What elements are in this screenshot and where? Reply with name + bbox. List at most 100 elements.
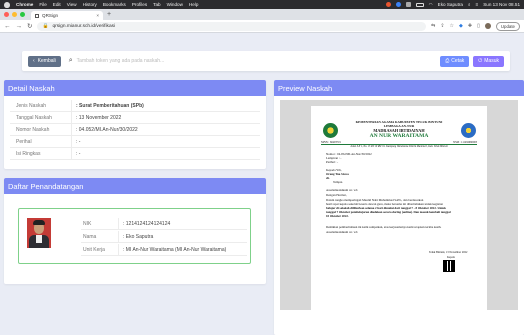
- menu-view[interactable]: View: [67, 2, 77, 7]
- login-button[interactable]: ⏻ Masuk: [473, 55, 504, 67]
- menu-tab[interactable]: Tab: [153, 2, 160, 7]
- detail-row-tanggal: Tanggal Naskah : 13 November 2022: [10, 112, 260, 124]
- print-button-label: Cetak: [451, 58, 465, 64]
- letterhead-school: AN NUR WARAITAMA: [369, 133, 429, 139]
- ministry-logo: [323, 123, 338, 138]
- menubar-clock[interactable]: Sun 13 Nov 08.51: [483, 2, 520, 7]
- signer-value: : MI An-Nur Waraitama (MI An-Nur Waraita…: [123, 246, 227, 253]
- letter-place-date: Teluk Bintuni, 13 November 2022: [429, 251, 468, 254]
- battery-icon[interactable]: [415, 2, 424, 7]
- back-button-label: Kembali: [37, 58, 56, 64]
- school-address: Jalan S.P 1, No. 15 RT 10 RW 01. Kampung…: [350, 145, 448, 148]
- sidebar-icon[interactable]: ▯: [477, 23, 480, 29]
- address-bar[interactable]: 🔒 qrsign.mianur.sch.id/verifikasi: [37, 21, 427, 31]
- search-icon[interactable]: ⌕: [468, 2, 471, 7]
- signer-label: Nama: [81, 231, 119, 242]
- extensions-puzzle-icon[interactable]: ✚: [468, 23, 472, 29]
- signer-name-row: Nama : Eko Saputra: [81, 231, 247, 243]
- detail-value: : 13 November 2022: [76, 114, 122, 121]
- detail-naskah-title: Detail Naskah: [4, 80, 266, 96]
- page-toolbar: ‹ Kembali ⌕ Tambah token yang ada pada n…: [22, 51, 510, 71]
- status-app-icon[interactable]: [395, 2, 401, 7]
- recipient-line: di-: [326, 176, 330, 180]
- letter-closing: Assalamualaikum wr. wb: [326, 230, 358, 234]
- url-text: qrsign.mianur.sch.id/verifikasi: [52, 23, 116, 29]
- new-tab-icon[interactable]: +: [107, 11, 111, 18]
- letter-greeting: Assalamualaikum wr. wb: [326, 188, 358, 192]
- update-button[interactable]: Update: [495, 21, 520, 31]
- print-button[interactable]: ⎙ Cetak: [440, 55, 470, 67]
- browser-toolbar: ← → ↻ 🔒 qrsign.mianur.sch.id/verifikasi …: [0, 20, 524, 33]
- lock-icon: 🔒: [42, 23, 49, 29]
- preview-naskah-card: Preview Naskah KEMENTERIAN AGAMA KABUPAT…: [274, 80, 524, 335]
- letter-nomor: Nomor : 04.052/MI.An-Nur/30/2022: [326, 152, 372, 156]
- detail-label: Tanggal Naskah: [10, 112, 72, 123]
- reload-icon[interactable]: ↻: [27, 22, 32, 30]
- search-placeholder: Tambah token yang ada pada naskah...: [76, 58, 165, 64]
- signer-photo: [27, 218, 51, 248]
- token-search[interactable]: ⌕ Tambah token yang ada pada naskah...: [69, 57, 165, 65]
- detail-row-ringkas: Isi Ringkas : -: [10, 148, 260, 160]
- signer-entry: NIK : 1214124124124124 Nama : Eko Saputr…: [18, 208, 251, 264]
- signer-label: NIK: [81, 218, 119, 229]
- menu-help[interactable]: Help: [189, 2, 198, 7]
- detail-row-jenis: Jenis Naskah : Surat Pemberitahuan (SPb): [10, 100, 260, 112]
- maximize-window-button[interactable]: [20, 12, 25, 17]
- recipient-line: Orang Tua Siswa: [326, 172, 349, 176]
- menu-history[interactable]: History: [83, 2, 97, 7]
- chevron-left-icon: ‹: [33, 58, 35, 64]
- apple-icon[interactable]: [4, 1, 10, 8]
- close-window-button[interactable]: [4, 12, 9, 17]
- signer-label: Unit Kerja: [81, 244, 119, 255]
- menu-edit[interactable]: Edit: [53, 2, 61, 7]
- search-icon: ⌕: [68, 57, 73, 64]
- translate-icon[interactable]: ⇆: [431, 23, 435, 29]
- window-controls: [4, 12, 25, 17]
- close-tab-icon[interactable]: ×: [96, 13, 99, 18]
- print-icon: ⎙: [445, 58, 450, 64]
- signer-value: : Eko Saputra: [123, 233, 154, 240]
- menubar-user[interactable]: Eko Saputra: [438, 2, 463, 7]
- detail-value: : 04.052/MI.An-Nur/30/2022: [76, 126, 138, 133]
- macos-menu-bar: Chrome File Edit View History Bookmarks …: [0, 0, 524, 9]
- detail-value: : -: [76, 138, 81, 145]
- extension-icon[interactable]: ◆: [459, 23, 463, 29]
- status-app-icon[interactable]: [385, 2, 391, 7]
- browser-tab-strip: QRSign × +: [0, 9, 524, 20]
- minimize-window-button[interactable]: [12, 12, 17, 17]
- login-icon: ⏻: [478, 58, 483, 64]
- tab-title: QRSign: [42, 13, 59, 18]
- menu-chrome[interactable]: Chrome: [16, 2, 33, 7]
- menu-profiles[interactable]: Profiles: [132, 2, 147, 7]
- recipient-line: Tempat.: [333, 180, 344, 184]
- status-app-icon[interactable]: [405, 2, 411, 7]
- letter-hormat: Dengan Hormat,: [326, 193, 347, 197]
- signer-unit-row: Unit Kerja : MI An-Nur Waraitama (MI An-…: [81, 244, 247, 256]
- forward-arrow-icon[interactable]: →: [16, 23, 23, 30]
- share-icon[interactable]: ⇪: [440, 23, 444, 29]
- back-button[interactable]: ‹ Kembali: [28, 55, 61, 67]
- back-arrow-icon[interactable]: ←: [4, 23, 11, 30]
- menu-bookmarks[interactable]: Bookmarks: [103, 2, 126, 7]
- detail-row-nomor: Nomor Naskah : 04.052/MI.An-Nur/30/2022: [10, 124, 260, 136]
- bookmark-star-icon[interactable]: ☆: [450, 23, 454, 29]
- login-button-label: Masuk: [484, 58, 499, 64]
- browser-tab[interactable]: QRSign ×: [31, 11, 103, 20]
- menu-window[interactable]: Window: [167, 2, 183, 7]
- detail-label: Isi Ringkas: [10, 148, 72, 159]
- profile-avatar-icon[interactable]: [484, 23, 491, 29]
- detail-naskah-card: Detail Naskah Jenis Naskah : Surat Pembe…: [4, 80, 266, 169]
- detail-label: Nomor Naskah: [10, 124, 72, 135]
- detail-label: Jenis Naskah: [10, 100, 72, 111]
- menu-file[interactable]: File: [39, 2, 46, 7]
- detail-value: : Surat Pemberitahuan (SPb): [76, 102, 144, 109]
- detail-label: Perihal: [10, 136, 72, 147]
- wifi-icon[interactable]: ◠: [429, 2, 433, 8]
- penandatangan-card: Daftar Penandatangan NIK : 1214124124124…: [4, 178, 266, 284]
- document-viewer[interactable]: KEMENTERIAN AGAMA KABUPATEN TELUK BINTUN…: [280, 100, 518, 310]
- school-logo: [461, 123, 476, 138]
- control-center-icon[interactable]: ≡: [476, 2, 479, 7]
- preview-naskah-title: Preview Naskah: [274, 80, 524, 96]
- letter-kepala: Kepala: [447, 256, 455, 259]
- detail-value: : -: [76, 150, 81, 157]
